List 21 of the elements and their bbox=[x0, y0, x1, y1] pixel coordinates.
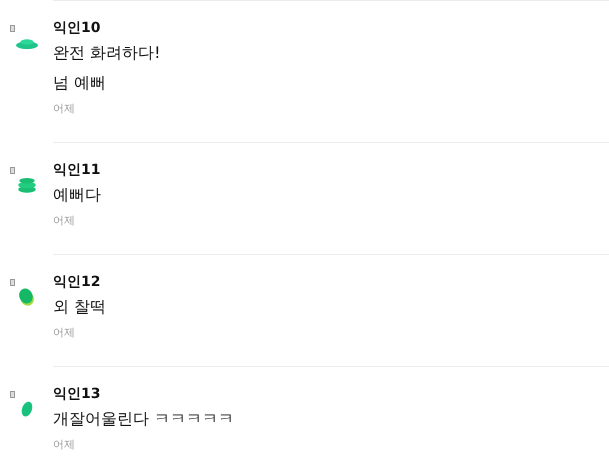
comment-time: 어제 bbox=[53, 101, 76, 117]
comment-time: 어제 bbox=[53, 325, 76, 341]
comment-author: 익인10 bbox=[53, 19, 102, 38]
comment-text: 예뻐다 bbox=[53, 184, 101, 206]
avatar-icon bbox=[18, 178, 36, 193]
avatar-icon bbox=[16, 39, 38, 50]
broken-image-icon bbox=[10, 391, 15, 398]
avatar-icon bbox=[22, 402, 32, 416]
comment-author: 익인12 bbox=[53, 273, 102, 292]
comment-time: 어제 bbox=[53, 213, 76, 229]
comment-author: 익인13 bbox=[53, 385, 102, 404]
comment-time: 어제 bbox=[53, 437, 76, 453]
avatar-icon bbox=[19, 288, 34, 306]
comment-text: 개잘어울린다 ㅋㅋㅋㅋㅋ bbox=[53, 408, 234, 430]
broken-image-icon bbox=[10, 25, 15, 32]
broken-image-icon bbox=[10, 167, 15, 174]
comment-text: 완전 화려하다! bbox=[53, 42, 160, 64]
comment-author: 익인11 bbox=[53, 161, 101, 180]
broken-image-icon bbox=[10, 279, 15, 286]
comment-text: 넘 예뻐 bbox=[53, 72, 108, 94]
comment-text: 외 찰떡 bbox=[53, 296, 106, 318]
